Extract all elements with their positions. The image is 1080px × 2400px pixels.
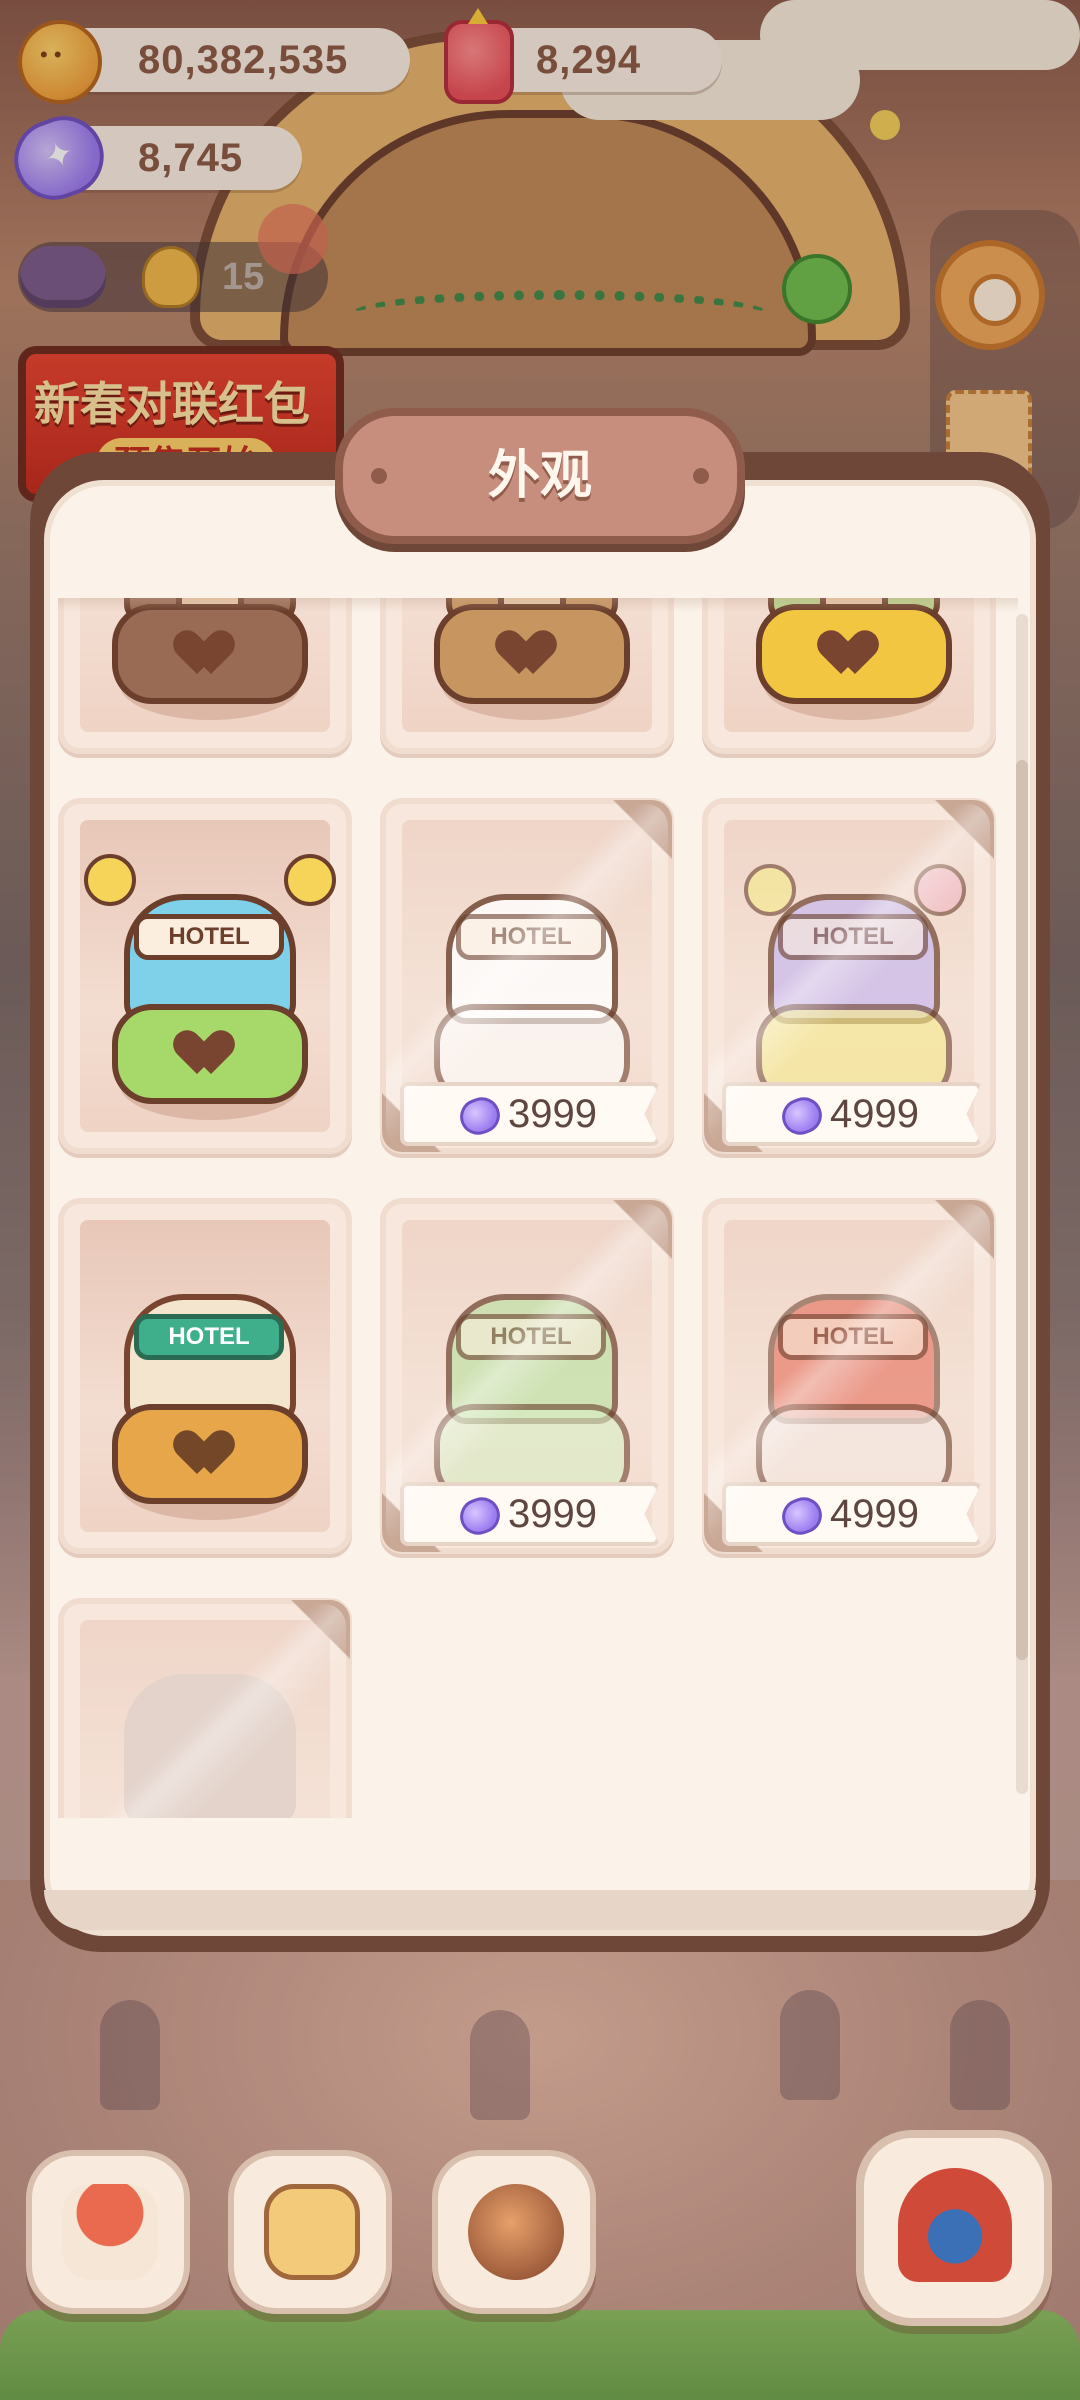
theater-button[interactable] (856, 2130, 1052, 2326)
calendar-button[interactable] (228, 2150, 392, 2314)
dialog-title-plate: 外观 (335, 408, 745, 544)
price-tag[interactable]: 3999 (400, 1482, 660, 1546)
hotel-sign: HOTEL (134, 914, 284, 960)
card-corner (704, 1092, 764, 1152)
house-base (756, 1004, 952, 1104)
card-corner (704, 1492, 764, 1552)
balloon-icon (284, 854, 336, 906)
character-button[interactable] (432, 2150, 596, 2314)
house-body (768, 894, 940, 1024)
balloon-icon (744, 864, 796, 916)
card-frame (724, 820, 974, 1132)
candy-gem-icon (777, 1092, 827, 1140)
card-corner (382, 1492, 442, 1552)
card-frame (724, 1220, 974, 1532)
skin-list[interactable]: HOTEL HOTEL 3999 HOTEL 4999 HOTEL HOTEL … (58, 598, 1018, 1818)
hotel-sign: HOTEL (456, 914, 606, 960)
mystery-silhouette (124, 1674, 296, 1818)
card-frame (80, 1620, 330, 1818)
skin-card[interactable] (380, 598, 674, 754)
card-corner (612, 1200, 672, 1260)
heart-calendar-icon (264, 2184, 360, 2280)
candy-gem-icon (777, 1492, 827, 1540)
card-frame (402, 820, 652, 1132)
dialog-title: 外观 (487, 447, 592, 505)
card-corner (612, 800, 672, 860)
heart-icon (184, 632, 236, 676)
hotel-sign: HOTEL (134, 1314, 284, 1360)
heart-icon (184, 1032, 236, 1076)
hotel-sign: HOTEL (778, 1314, 928, 1360)
skin-card-locked[interactable] (58, 1598, 352, 1818)
card-corner (382, 1092, 442, 1152)
house-body (446, 894, 618, 1024)
skin-card[interactable]: HOTEL (58, 1198, 352, 1554)
hotel-sign: HOTEL (456, 1314, 606, 1360)
house-base (434, 1004, 630, 1104)
scrollbar-thumb[interactable] (1016, 760, 1028, 1660)
price-value: 3999 (508, 1492, 597, 1536)
skin-card-locked[interactable]: HOTEL 4999 (702, 798, 996, 1154)
balloon-icon (84, 854, 136, 906)
house-base (756, 1404, 952, 1504)
balloon-icon (914, 864, 966, 916)
price-tag[interactable]: 4999 (722, 1082, 982, 1146)
card-corner (934, 1200, 994, 1260)
skin-card[interactable]: HOTEL (58, 798, 352, 1154)
heart-icon (828, 632, 880, 676)
heart-icon (506, 632, 558, 676)
price-tag[interactable]: 3999 (400, 1082, 660, 1146)
character-icon (468, 2184, 564, 2280)
card-corner (290, 1600, 350, 1660)
mushroom-house-icon (62, 2184, 158, 2280)
home-button[interactable] (26, 2150, 190, 2314)
price-tag[interactable]: 4999 (722, 1482, 982, 1546)
card-corner (934, 800, 994, 860)
theater-stage-icon (898, 2168, 1012, 2282)
price-value: 4999 (830, 1092, 919, 1136)
skin-card[interactable] (702, 598, 996, 754)
card-frame (402, 1220, 652, 1532)
skin-card[interactable] (58, 598, 352, 754)
house-body (446, 1294, 618, 1424)
heart-icon (184, 1432, 236, 1476)
candy-gem-icon (455, 1092, 505, 1140)
hotel-sign: HOTEL (778, 914, 928, 960)
house-base (434, 1404, 630, 1504)
price-value: 4999 (830, 1492, 919, 1536)
panel-bottom (44, 1890, 1036, 1930)
skin-card-locked[interactable]: HOTEL 3999 (380, 798, 674, 1154)
price-value: 3999 (508, 1092, 597, 1136)
skin-card-locked[interactable]: HOTEL 4999 (702, 1198, 996, 1554)
skin-card-locked[interactable]: HOTEL 3999 (380, 1198, 674, 1554)
candy-gem-icon (455, 1492, 505, 1540)
house-body (768, 1294, 940, 1424)
